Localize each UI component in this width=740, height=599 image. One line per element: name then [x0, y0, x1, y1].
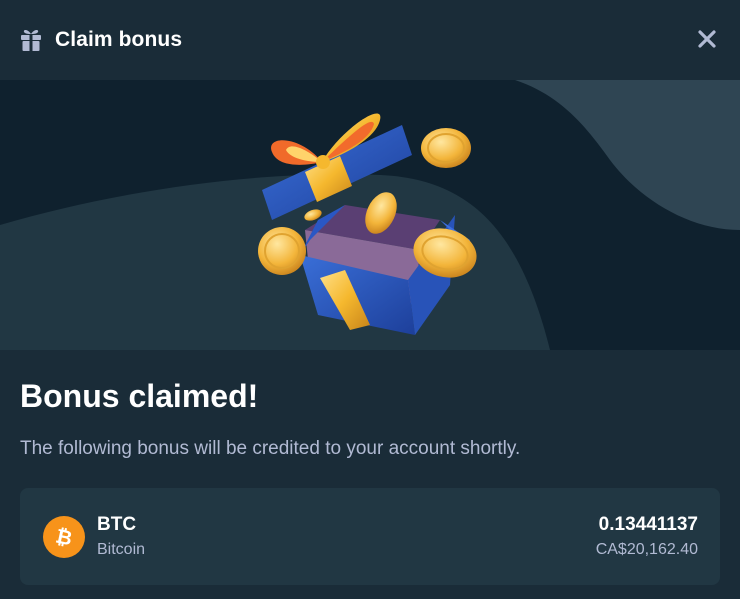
- svg-text:₿: ₿: [54, 525, 75, 549]
- crypto-amount: 0.13441137: [598, 513, 698, 535]
- currency-symbol: BTC: [97, 513, 137, 535]
- gift-icon: [20, 27, 42, 53]
- page-title: Bonus claimed!: [20, 378, 259, 414]
- bonus-card: ₿ BTC Bitcoin 0.13441137 CA$20,162.40: [20, 488, 720, 585]
- coin-right-top: [421, 128, 471, 168]
- gift-box-illustration: [258, 113, 477, 335]
- claim-bonus-modal: Claim bonus Bonus claimed! The following…: [0, 0, 740, 599]
- close-button[interactable]: [694, 26, 720, 52]
- modal-header: Claim bonus: [0, 0, 740, 80]
- coin-left: [258, 227, 306, 275]
- currency-name: Bitcoin: [97, 540, 146, 558]
- bitcoin-icon: ₿: [43, 515, 85, 558]
- bonus-description: The following bonus will be credited to …: [20, 438, 521, 459]
- modal-title: Claim bonus: [55, 28, 183, 51]
- close-icon: [698, 30, 716, 48]
- fiat-amount: CA$20,162.40: [595, 540, 698, 558]
- currency-info: BTC Bitcoin: [97, 514, 145, 560]
- modal-content: Bonus claimed! The following bonus will …: [0, 350, 740, 599]
- bonus-amounts: 0.13441137 CA$20,162.40: [596, 514, 698, 560]
- bonus-hero-banner: [0, 80, 740, 350]
